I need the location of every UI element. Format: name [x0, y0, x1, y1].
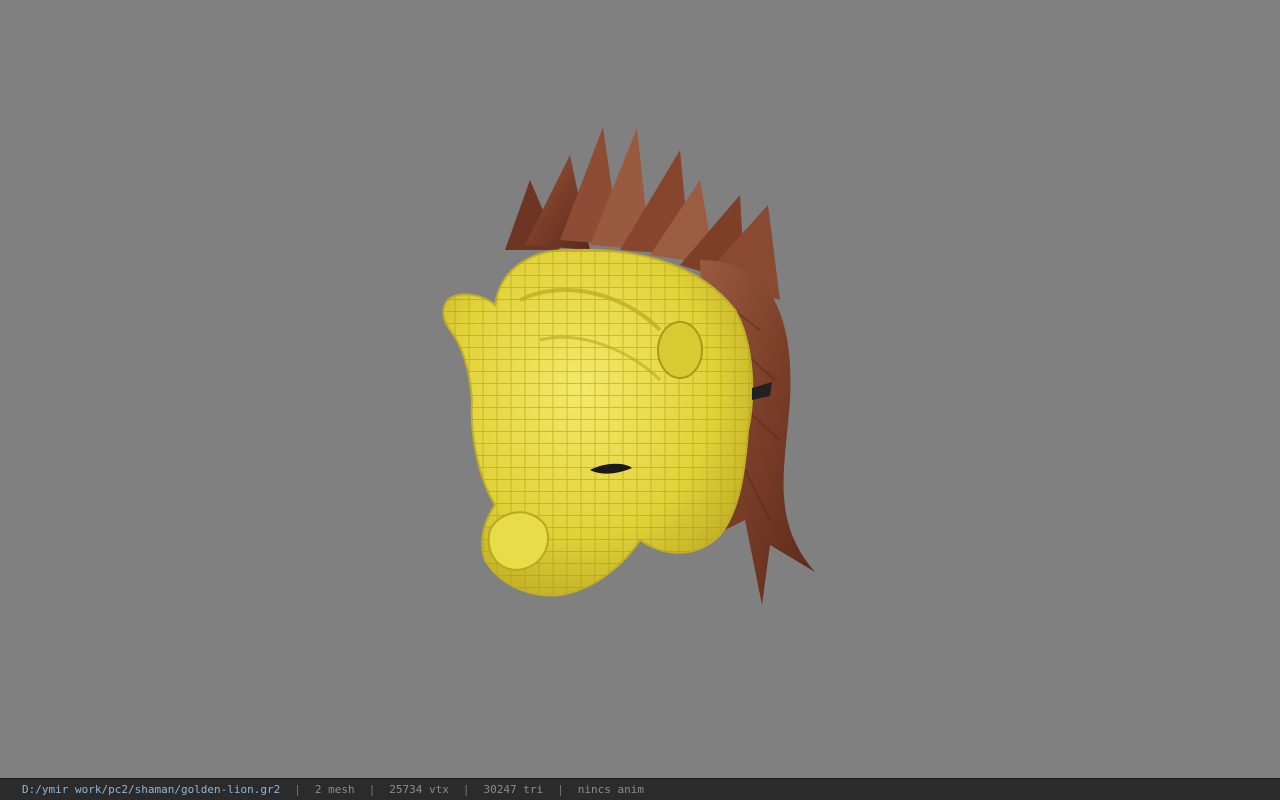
status-bar: D:/ymir work/pc2/shaman/golden-lion.gr2 …	[0, 778, 1280, 800]
3d-viewport[interactable]	[0, 0, 1280, 778]
triangle-count: 30247 tri	[483, 783, 544, 796]
golden-lion-model[interactable]	[0, 0, 1280, 778]
file-path: D:/ymir work/pc2/shaman/golden-lion.gr2	[22, 783, 281, 796]
animation-status: nincs anim	[577, 783, 644, 796]
separator: |	[557, 783, 564, 796]
separator: |	[294, 783, 301, 796]
lion-face	[442, 248, 772, 597]
mesh-count: 2 mesh	[314, 783, 355, 796]
separator: |	[462, 783, 470, 796]
separator: |	[368, 783, 376, 796]
vertex-count: 25734 vtx	[389, 783, 449, 796]
